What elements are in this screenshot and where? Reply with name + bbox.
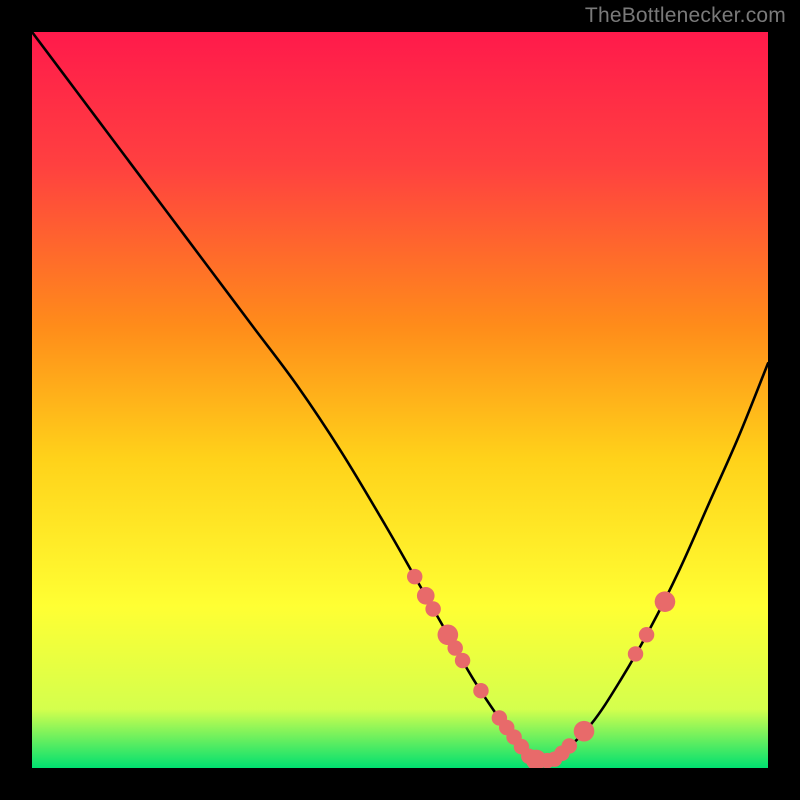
data-marker [473, 683, 488, 698]
data-marker [574, 721, 595, 742]
data-marker [655, 591, 676, 612]
data-marker [455, 653, 470, 668]
data-marker [407, 569, 422, 584]
chart-outer: TheBottlenecker.com [0, 0, 800, 800]
attribution-label: TheBottlenecker.com [585, 4, 786, 28]
data-marker [562, 738, 577, 753]
data-marker [628, 646, 643, 661]
plot-area [32, 32, 768, 768]
gradient-background [32, 32, 768, 768]
data-marker [425, 601, 440, 616]
data-marker [639, 627, 654, 642]
bottleneck-chart [32, 32, 768, 768]
